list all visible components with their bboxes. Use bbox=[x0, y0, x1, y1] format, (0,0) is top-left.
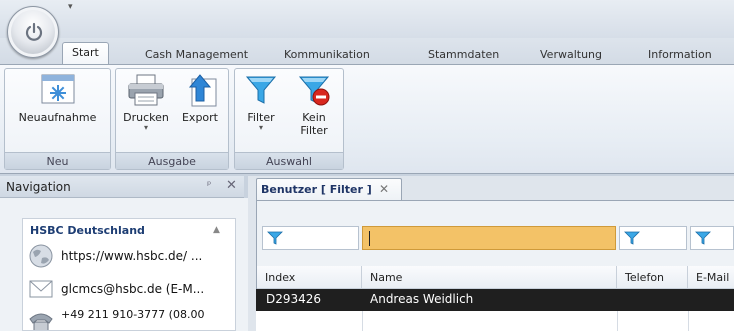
column-header-email[interactable]: E-Mail bbox=[688, 266, 734, 289]
close-tab-icon[interactable]: ✕ bbox=[379, 182, 389, 196]
title-bar: ▾ bbox=[0, 0, 734, 38]
contact-email-text: glcmcs@hsbc.de (E-M... bbox=[61, 282, 205, 296]
new-record-icon bbox=[41, 74, 74, 104]
column-filter-icon bbox=[624, 231, 640, 245]
remove-filter-button[interactable]: Kein Filter bbox=[287, 73, 341, 137]
column-divider bbox=[362, 311, 363, 331]
filter-dropdown-icon[interactable]: ▾ bbox=[237, 124, 285, 132]
group-label-ausgabe: Ausgabe bbox=[116, 152, 228, 169]
group-ausgabe: Drucken ▾ Export Ausgabe bbox=[115, 68, 229, 170]
contact-card-title: HSBC Deutschland bbox=[30, 224, 145, 237]
group-label-neu: Neu bbox=[5, 152, 110, 169]
close-navigation-icon[interactable]: ✕ bbox=[226, 178, 237, 193]
tab-cash-management[interactable]: Cash Management bbox=[145, 45, 248, 64]
export-label: Export bbox=[181, 111, 218, 124]
ribbon-tab-bar: Start Cash Management Kommunikation Stam… bbox=[0, 38, 734, 65]
navigation-title: Navigation bbox=[6, 180, 71, 194]
filter-button[interactable]: Filter ▾ bbox=[237, 73, 285, 132]
globe-icon bbox=[29, 244, 53, 268]
remove-filter-icon bbox=[298, 76, 330, 106]
print-dropdown-icon[interactable]: ▾ bbox=[118, 124, 174, 132]
quick-access-dropdown-icon[interactable]: ▾ bbox=[68, 2, 73, 12]
contact-website-link[interactable]: https://www.hsbc.de/ ... bbox=[27, 243, 235, 269]
pin-icon[interactable]: ᵖ bbox=[207, 180, 211, 191]
column-divider bbox=[617, 311, 618, 331]
filter-telefon-input[interactable] bbox=[619, 226, 687, 250]
navigation-pane-header: Navigation ᵖ ✕ bbox=[0, 176, 244, 198]
mail-icon bbox=[29, 280, 53, 298]
column-header-index[interactable]: Index bbox=[257, 266, 362, 289]
navigation-pane: HSBC Deutschland ▲ https://www.hsbc.de/ … bbox=[0, 198, 248, 331]
tab-start[interactable]: Start bbox=[62, 42, 109, 65]
filter-icon bbox=[245, 76, 277, 104]
table-row[interactable] bbox=[256, 289, 734, 311]
text-cursor bbox=[369, 231, 370, 246]
filter-name-input[interactable] bbox=[362, 226, 616, 250]
document-tab-benutzer[interactable]: Benutzer [ Filter ] ✕ bbox=[256, 178, 402, 200]
contact-phone-text: +49 211 910-3777 (08.00 bbox=[61, 309, 205, 321]
application-menu-button[interactable] bbox=[7, 6, 59, 58]
tab-verwaltung[interactable]: Verwaltung bbox=[540, 45, 602, 64]
ribbon: Neuaufnahme Neu Drucken ▾ Export Ausgabe… bbox=[0, 64, 734, 174]
contact-email-link[interactable]: glcmcs@hsbc.de (E-M... bbox=[27, 276, 235, 302]
document-tab-title: Benutzer [ Filter ] bbox=[261, 183, 372, 196]
group-label-auswahl: Auswahl bbox=[235, 152, 343, 169]
power-icon bbox=[25, 22, 43, 41]
new-record-button[interactable]: Neuaufnahme bbox=[5, 73, 110, 124]
contact-website-text: https://www.hsbc.de/ ... bbox=[61, 249, 203, 263]
export-button[interactable]: Export bbox=[174, 73, 226, 124]
table-row-empty[interactable] bbox=[256, 311, 734, 331]
remove-filter-label-2: Filter bbox=[300, 124, 328, 137]
column-header-name[interactable]: Name bbox=[362, 266, 617, 289]
group-auswahl: Filter ▾ Kein Filter Auswahl bbox=[234, 68, 344, 170]
collapse-icon[interactable]: ▲ bbox=[213, 225, 220, 235]
column-filter-icon bbox=[695, 231, 711, 245]
tab-information[interactable]: Information bbox=[648, 45, 712, 64]
column-divider bbox=[688, 311, 689, 331]
remove-filter-label: Kein bbox=[302, 111, 326, 124]
phone-icon bbox=[29, 313, 53, 330]
contact-phone-link[interactable]: +49 211 910-3777 (08.00 bbox=[27, 309, 235, 330]
tab-kommunikation[interactable]: Kommunikation bbox=[284, 45, 370, 64]
filter-email-input[interactable] bbox=[690, 226, 734, 250]
filter-index-input[interactable] bbox=[262, 226, 359, 250]
cell-name: Andreas Weidlich bbox=[370, 292, 474, 306]
column-header-telefon[interactable]: Telefon bbox=[617, 266, 688, 289]
print-button[interactable]: Drucken ▾ bbox=[118, 73, 174, 132]
new-record-label: Neuaufnahme bbox=[18, 111, 97, 124]
export-icon bbox=[188, 74, 217, 107]
contact-card: HSBC Deutschland ▲ https://www.hsbc.de/ … bbox=[22, 218, 236, 331]
group-neu: Neuaufnahme Neu bbox=[4, 68, 111, 170]
cell-index: D293426 bbox=[266, 292, 322, 306]
column-filter-icon bbox=[267, 231, 283, 245]
tab-stammdaten[interactable]: Stammdaten bbox=[428, 45, 499, 64]
printer-icon bbox=[128, 74, 164, 106]
